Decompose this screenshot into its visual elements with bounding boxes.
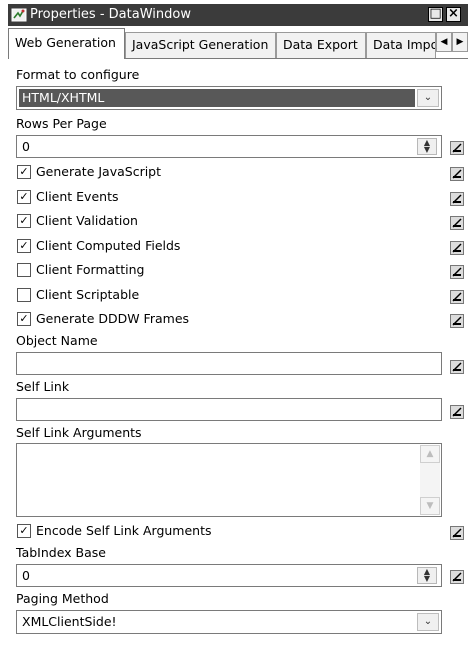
expression-button-icon[interactable]	[450, 570, 464, 584]
properties-window: Properties - DataWindow □ × Web Generati…	[0, 0, 468, 646]
window-title: Properties - DataWindow	[30, 7, 191, 22]
scroll-down-icon[interactable]: ▼	[420, 497, 440, 515]
tab-scroll-left-icon[interactable]: ◀	[436, 32, 452, 52]
self-link-arguments-textarea[interactable]: ▲ ▼	[16, 443, 442, 517]
paging-method-label: Paging Method	[16, 591, 109, 606]
expression-button-icon[interactable]	[450, 141, 464, 155]
tab-strip: Web Generation JavaScript Generation Dat…	[8, 28, 468, 59]
client-events-label: Client Events	[36, 189, 119, 204]
title-bar[interactable]: Properties - DataWindow □ ×	[8, 4, 468, 26]
spin-down-icon[interactable]: ▼	[418, 146, 436, 154]
checkbox-icon[interactable]: ✓	[17, 214, 31, 228]
restore-button[interactable]: □	[428, 7, 443, 22]
expression-button-icon[interactable]	[450, 265, 464, 279]
chevron-down-icon[interactable]: ⌄	[417, 613, 439, 631]
checkbox-icon[interactable]: ✓	[17, 190, 31, 204]
self-link-label: Self Link	[16, 379, 70, 394]
spinner-icon[interactable]: ▲ ▼	[417, 567, 437, 584]
checkbox-icon[interactable]: ✓	[17, 239, 31, 253]
tab-data-import[interactable]: Data Impo	[366, 32, 436, 58]
client-formatting-label: Client Formatting	[36, 262, 145, 277]
chevron-down-icon[interactable]: ⌄	[417, 89, 439, 107]
object-name-input[interactable]	[16, 352, 442, 375]
encode-self-link-arguments-label: Encode Self Link Arguments	[36, 523, 212, 538]
checkbox-icon[interactable]	[17, 263, 31, 277]
rows-per-page-value: 0	[22, 139, 30, 154]
generate-javascript-label: Generate JavaScript	[36, 164, 162, 179]
checkbox-icon[interactable]	[17, 288, 31, 302]
checkbox-icon[interactable]: ✓	[17, 165, 31, 179]
scroll-up-icon[interactable]: ▲	[420, 445, 440, 463]
properties-icon	[11, 7, 27, 23]
rows-per-page-label: Rows Per Page	[16, 116, 107, 131]
client-computed-fields-label: Client Computed Fields	[36, 238, 181, 253]
expression-button-icon[interactable]	[450, 360, 464, 374]
checkbox-icon[interactable]: ✓	[17, 524, 31, 538]
generate-dddw-frames-label: Generate DDDW Frames	[36, 311, 190, 326]
expression-button-icon[interactable]	[450, 314, 464, 328]
self-link-arguments-label: Self Link Arguments	[16, 425, 142, 440]
tabindex-base-label: TabIndex Base	[16, 545, 106, 560]
expression-button-icon[interactable]	[450, 167, 464, 181]
format-select[interactable]: HTML/XHTML ⌄	[16, 86, 442, 110]
vertical-scrollbar[interactable]: ▲ ▼	[420, 445, 440, 515]
spin-down-icon[interactable]: ▼	[418, 575, 436, 583]
expression-button-icon[interactable]	[450, 290, 464, 304]
checkbox-icon[interactable]: ✓	[17, 312, 31, 326]
spinner-icon[interactable]: ▲ ▼	[417, 138, 437, 155]
close-button[interactable]: ×	[446, 7, 461, 22]
expression-button-icon[interactable]	[450, 405, 464, 419]
self-link-input[interactable]	[16, 398, 442, 421]
expression-button-icon[interactable]	[450, 216, 464, 230]
tab-web-generation[interactable]: Web Generation	[8, 28, 125, 59]
expression-button-icon[interactable]	[450, 526, 464, 540]
tabindex-base-input[interactable]: 0 ▲ ▼	[16, 564, 442, 587]
expression-button-icon[interactable]	[450, 192, 464, 206]
format-label: Format to configure	[16, 67, 140, 82]
paging-method-select[interactable]: XMLClientSide! ⌄	[16, 610, 442, 634]
format-value: HTML/XHTML	[19, 89, 415, 107]
client-validation-label: Client Validation	[36, 213, 138, 228]
tab-scroll-right-icon[interactable]: ▶	[452, 32, 468, 52]
rows-per-page-input[interactable]: 0 ▲ ▼	[16, 135, 442, 158]
tabindex-base-value: 0	[22, 568, 30, 583]
object-name-label: Object Name	[16, 333, 98, 348]
paging-method-value: XMLClientSide!	[22, 614, 117, 629]
client-scriptable-label: Client Scriptable	[36, 287, 140, 302]
tab-javascript-generation[interactable]: JavaScript Generation	[125, 32, 276, 58]
tab-data-export[interactable]: Data Export	[276, 32, 366, 58]
expression-button-icon[interactable]	[450, 241, 464, 255]
